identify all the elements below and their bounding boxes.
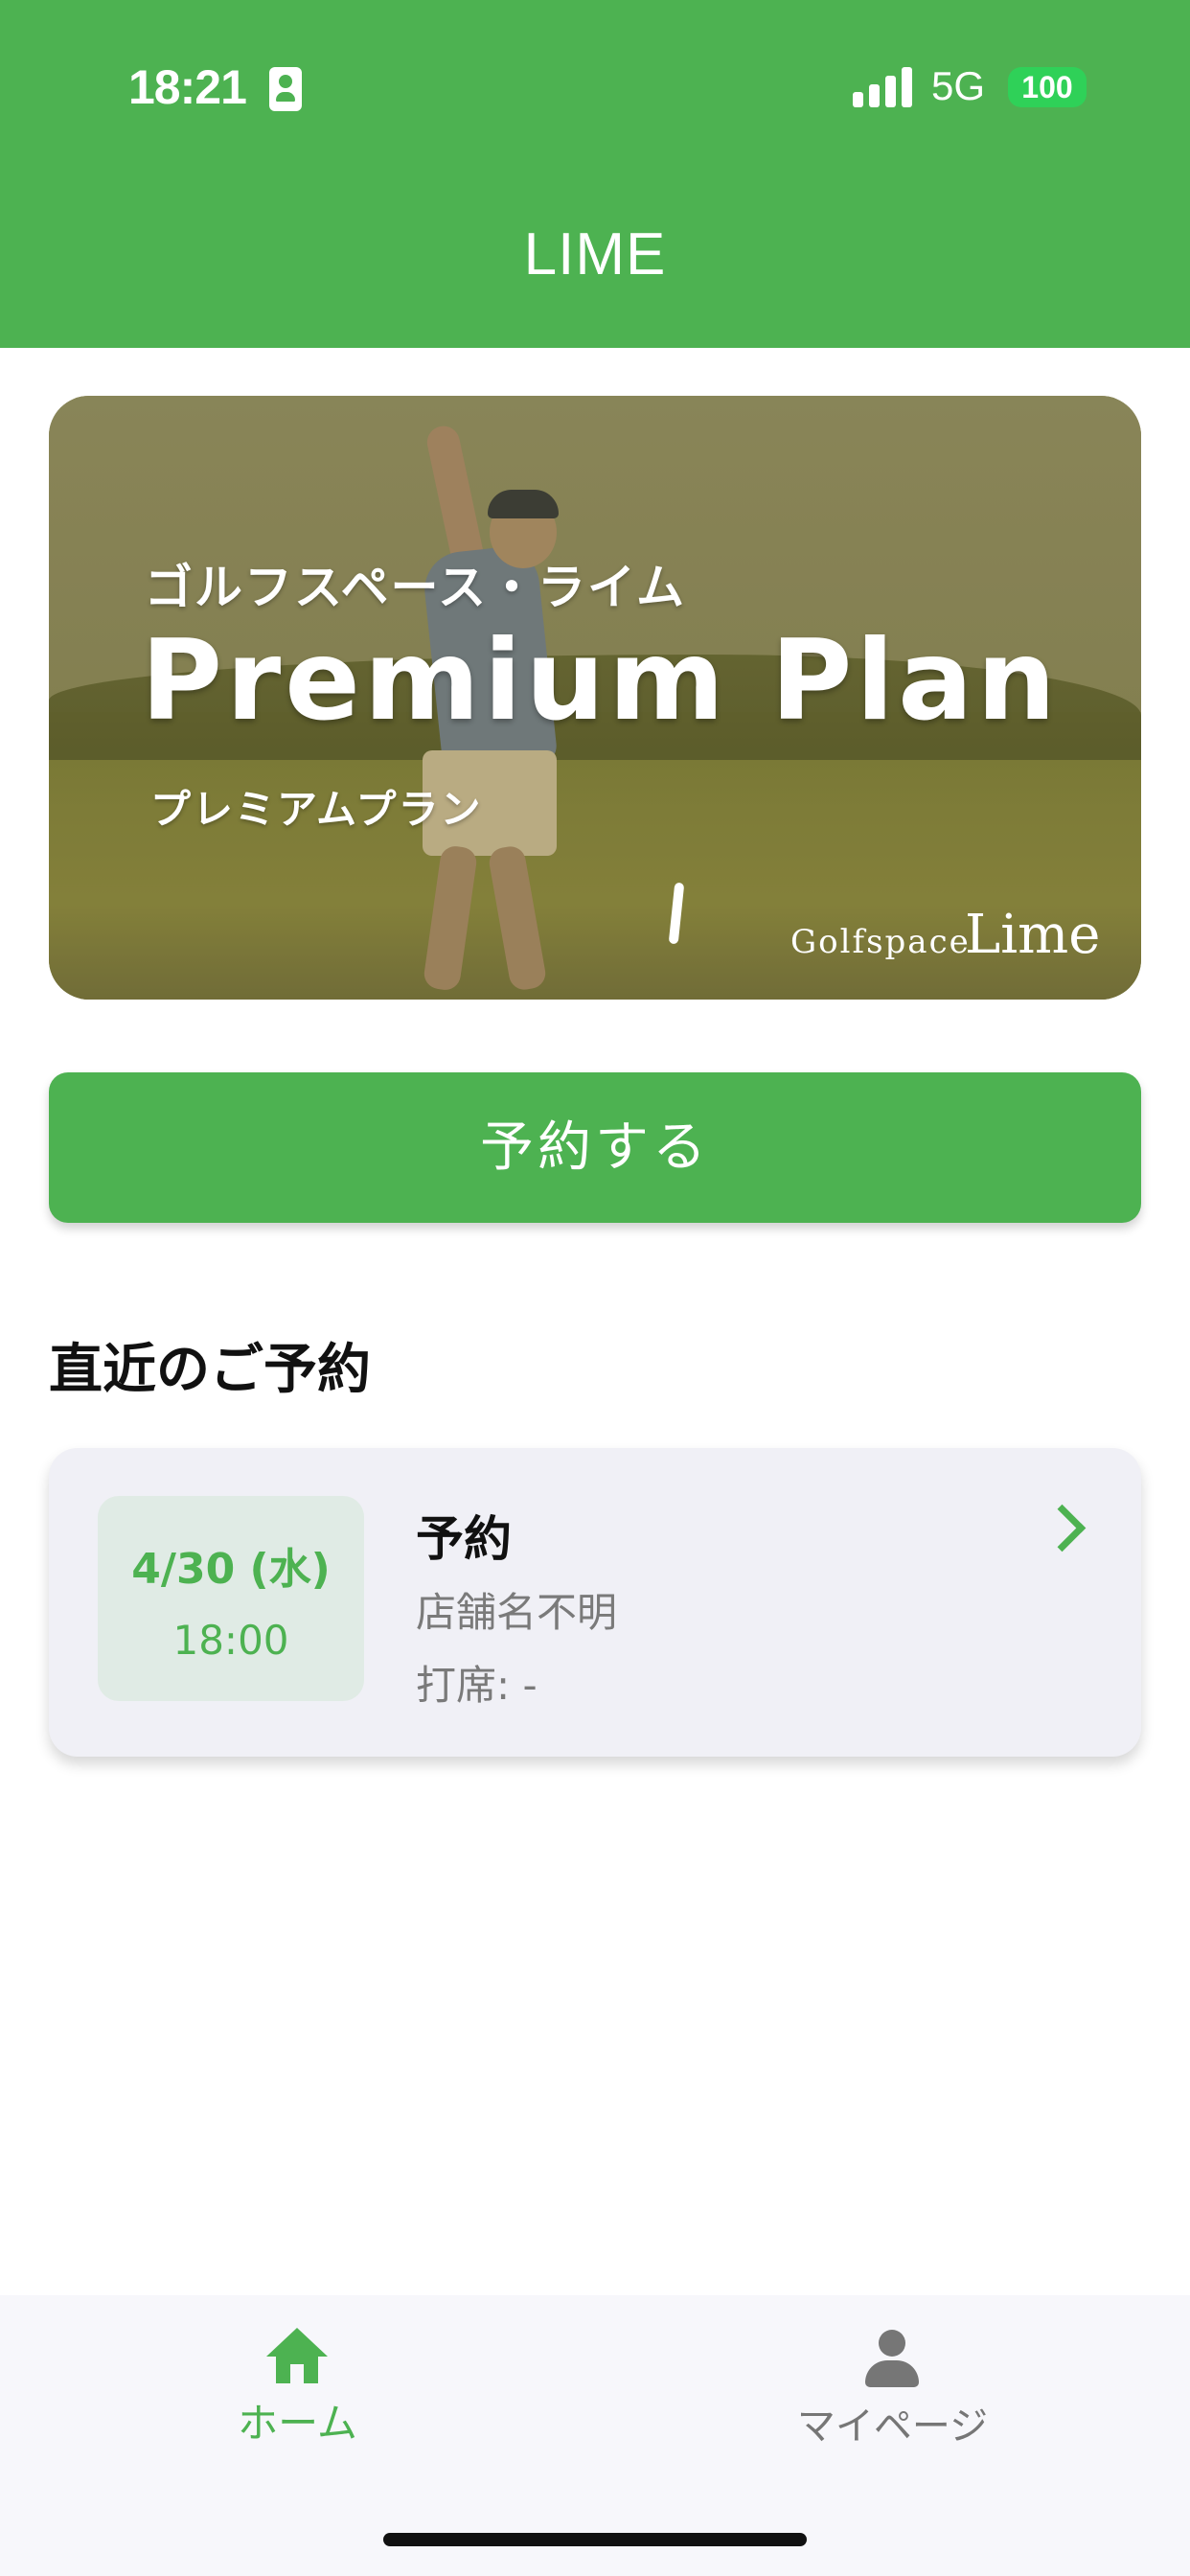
network-type: 5G (931, 63, 986, 108)
banner-title: Premium Plan (141, 616, 1061, 746)
chevron-right-icon[interactable] (1038, 1504, 1087, 1552)
banner-subtitle: ゴルフスペース・ライム (145, 560, 686, 615)
premium-plan-banner[interactable]: ゴルフスペース・ライム Premium Plan プレミアムプラン Golfsp… (49, 396, 1141, 1000)
reservation-date-box: 4/30 (水) 18:00 (98, 1496, 364, 1701)
app-title: LIME (523, 221, 667, 288)
reservation-seat: 打席: - (416, 1662, 538, 1709)
reservation-title: 予約 (416, 1511, 512, 1567)
reservation-card[interactable]: 4/30 (水) 18:00 予約 店舗名不明 打席: - (49, 1448, 1141, 1757)
signal-strength-icon (853, 67, 912, 107)
contact-card-icon (269, 67, 302, 111)
tab-home-label: ホーム (238, 2400, 357, 2447)
recent-reservations-title: 直近のご予約 (49, 1339, 371, 1401)
status-time: 18:21 (128, 60, 247, 114)
tab-mypage[interactable]: マイページ (595, 2295, 1190, 2487)
tab-home[interactable]: ホーム (0, 2295, 595, 2487)
reservation-date: 4/30 (水) (131, 1545, 331, 1594)
logo-text-big: Lime (965, 904, 1101, 966)
banner-caption: プレミアムプラン (150, 786, 483, 833)
reservation-time: 18:00 (172, 1617, 289, 1664)
reserve-button[interactable]: 予約する (49, 1072, 1141, 1223)
reservation-store: 店舗名不明 (416, 1589, 618, 1636)
app-header: 18:21 5G 100 LIME (0, 0, 1190, 348)
home-indicator[interactable] (383, 2533, 807, 2546)
person-icon (861, 2330, 923, 2387)
home-icon (266, 2328, 328, 2385)
tab-mypage-label: マイページ (796, 2404, 989, 2449)
logo-text-small: Golfspace (790, 923, 971, 961)
battery-indicator: 100 (1008, 67, 1087, 107)
